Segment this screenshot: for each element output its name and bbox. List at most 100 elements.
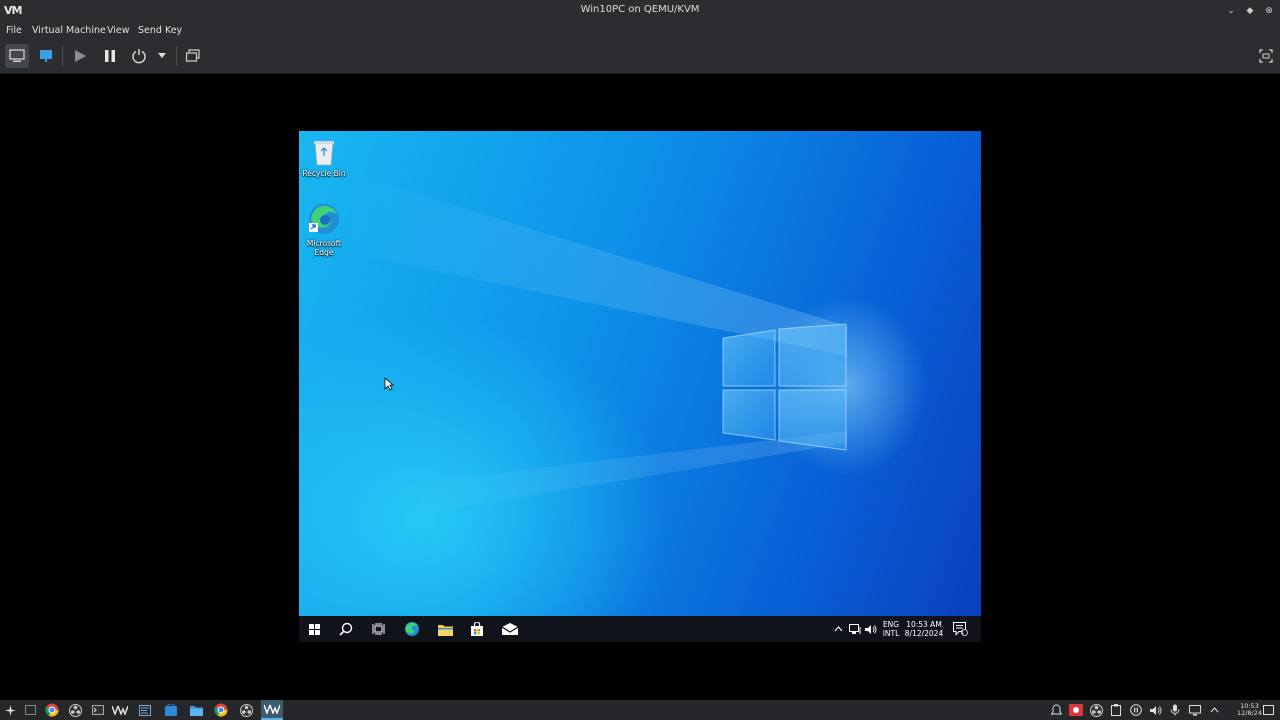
folder-icon (437, 624, 453, 636)
media-pause-icon (1130, 704, 1142, 716)
desktop-icon-recycle-bin[interactable]: Recycle Bin (299, 137, 352, 178)
windows-start-icon (308, 623, 320, 635)
microphone-icon (1170, 704, 1180, 716)
fullscreen-button[interactable] (1254, 44, 1278, 68)
store-bag-icon (471, 622, 483, 636)
search-button[interactable] (337, 616, 355, 642)
host-taskbar-terminal[interactable] (90, 702, 106, 718)
tray-volume[interactable] (1148, 702, 1164, 718)
close-icon[interactable]: ⊗ (1262, 4, 1276, 18)
power-icon (132, 49, 146, 64)
clipboard-icon (1111, 704, 1121, 716)
host-clock[interactable]: 10:53 12/8/24 (1237, 703, 1262, 717)
details-button[interactable] (34, 44, 58, 68)
guest-clock[interactable]: 10:53 AM 8/12/2024 (905, 616, 943, 642)
keyboard-layout: INTL (882, 629, 900, 638)
monitor-icon (1189, 704, 1201, 715)
task-view-icon (372, 623, 384, 635)
action-center-button[interactable]: 1 (951, 616, 969, 642)
tray-microphone[interactable] (1167, 702, 1183, 718)
taskbar-file-explorer-button[interactable] (435, 616, 455, 642)
host-taskbar-file-manager[interactable] (188, 702, 204, 718)
minimize-icon[interactable]: ⌄ (1224, 4, 1238, 18)
pause-button[interactable] (98, 44, 122, 68)
obs-icon (1089, 703, 1103, 717)
taskbar-mail-button[interactable] (500, 616, 520, 642)
terminal-icon (92, 705, 104, 715)
volume-button[interactable] (864, 616, 878, 642)
tray-display[interactable] (1187, 702, 1203, 718)
desktop-icon-microsoft-edge[interactable]: Microsoft Edge (299, 201, 352, 257)
network-status-button[interactable] (848, 616, 862, 642)
guest-clock-date: 8/12/2024 (904, 629, 944, 638)
fullscreen-icon (1259, 49, 1273, 63)
mail-icon (502, 623, 518, 635)
tray-clipboard[interactable] (1108, 702, 1124, 718)
tray-media-player[interactable] (1128, 702, 1144, 718)
show-desktop-icon (1262, 705, 1274, 715)
desktop-pager-icon (24, 705, 36, 715)
power-menu-button[interactable] (152, 44, 172, 68)
snapshots-button[interactable] (181, 44, 205, 68)
tray-recording[interactable] (1068, 702, 1084, 718)
host-taskbar: 10:53 12/8/24 (0, 700, 1280, 720)
console-button[interactable] (5, 44, 29, 68)
host-taskbar-virt-manager[interactable] (112, 702, 128, 718)
chrome-icon (45, 703, 59, 717)
record-icon (1069, 704, 1083, 716)
speaker-icon (1150, 705, 1162, 715)
taskbar-store-button[interactable] (467, 616, 487, 642)
guest-clock-time: 10:53 AM (906, 620, 942, 629)
task-view-button[interactable] (369, 616, 387, 642)
launcher-icon (4, 704, 16, 716)
chevron-down-icon (158, 53, 166, 58)
microsoft-edge-label-line1: Microsoft (306, 239, 342, 248)
host-taskbar-chrome[interactable] (44, 702, 60, 718)
virt-manager-icon (112, 705, 128, 715)
pause-icon (105, 50, 115, 62)
tray-obs[interactable] (1088, 702, 1104, 718)
language-code: ENG (882, 620, 900, 629)
host-show-desktop[interactable] (1260, 702, 1276, 718)
host-taskbar-chrome-2[interactable] (213, 702, 229, 718)
console-icon (9, 49, 25, 62)
tray-expand[interactable] (1206, 702, 1222, 718)
speaker-icon (865, 624, 877, 634)
host-clock-date: 12/8/24 (1236, 709, 1262, 717)
recycle-bin-icon (314, 141, 334, 166)
menu-bar: File Virtual Machine View Send Key (0, 22, 1280, 40)
recycle-bin-label: Recycle Bin (302, 169, 346, 178)
host-app-launcher[interactable] (2, 702, 18, 718)
host-taskbar-app-store[interactable] (163, 702, 179, 718)
start-button[interactable] (305, 616, 323, 642)
menu-view[interactable]: View (107, 25, 130, 36)
menu-send-key[interactable]: Send Key (138, 25, 182, 36)
maximize-icon[interactable]: ◆ (1243, 4, 1257, 18)
host-taskbar-obs-2[interactable] (238, 702, 254, 718)
network-icon (849, 623, 861, 634)
window-titlebar[interactable]: VM Win10PC on QEMU/KVM ⌄ ◆ ⊗ (0, 0, 1280, 22)
menu-virtual-machine[interactable]: Virtual Machine (32, 25, 106, 36)
power-button[interactable] (127, 44, 151, 68)
tray-notifications[interactable] (1048, 702, 1064, 718)
host-taskbar-pager[interactable] (22, 702, 38, 718)
show-hidden-icons-button[interactable] (832, 616, 844, 642)
taskbar-edge-button[interactable] (402, 616, 422, 642)
microsoft-edge-icon (405, 622, 419, 636)
host-taskbar-text-editor[interactable] (137, 702, 153, 718)
host-taskbar-virt-manager-window[interactable] (261, 700, 283, 720)
bell-icon (1050, 704, 1062, 715)
input-language-button[interactable]: ENG INTL (881, 616, 901, 642)
vm-toolbar (0, 40, 1280, 74)
mouse-cursor-icon (384, 377, 394, 391)
wallpaper-light-beams (339, 176, 927, 511)
menu-file[interactable]: File (6, 25, 22, 36)
guest-desktop[interactable]: Recycle Bin Microsoft Edge (299, 131, 981, 616)
folder-icon (189, 705, 203, 716)
run-button[interactable] (68, 44, 92, 68)
run-icon (75, 50, 86, 62)
host-taskbar-obs[interactable] (67, 702, 83, 718)
text-editor-icon (139, 704, 151, 716)
details-icon (40, 50, 52, 62)
microsoft-edge-icon (309, 204, 339, 234)
